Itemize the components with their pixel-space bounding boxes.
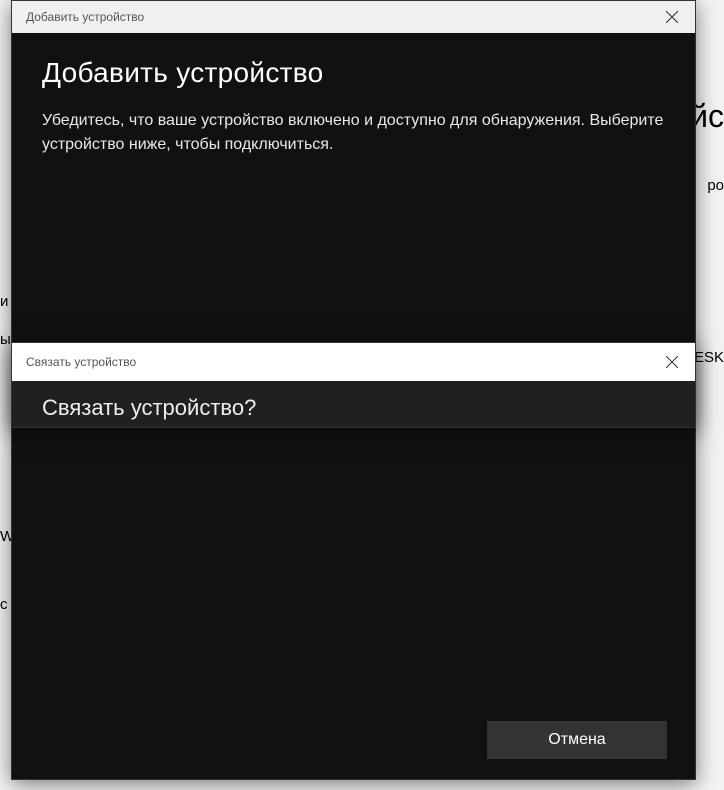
dialog-titlebar-text: Связать устройство [26,355,657,369]
dialog-footer: Отмена [487,721,667,759]
close-button[interactable] [657,2,687,32]
dialog-heading: Связать устройство? [42,395,665,421]
close-icon [666,11,678,23]
bg-text: ы [0,331,11,348]
dialog-body: Добавить устройство Убедитесь, что ваше … [12,33,695,181]
dialog-titlebar: Связать устройство [12,343,695,381]
bg-text: с [0,596,8,613]
dialog-heading: Добавить устройство [42,57,665,89]
dialog-body: Связать устройство? [12,381,695,428]
cancel-button[interactable]: Отмена [487,721,667,759]
dialog-titlebar-text: Добавить устройство [26,10,657,24]
close-icon [666,356,678,368]
pair-device-dialog: Связать устройство Связать устройство? [11,342,696,428]
bg-text: ESK [694,349,724,366]
dialog-description: Убедитесь, что ваше устройство включено … [42,109,665,157]
bg-text: и [0,293,8,310]
bg-text: ро [707,177,724,194]
dialog-titlebar: Добавить устройство [12,1,695,33]
close-button[interactable] [657,347,687,377]
